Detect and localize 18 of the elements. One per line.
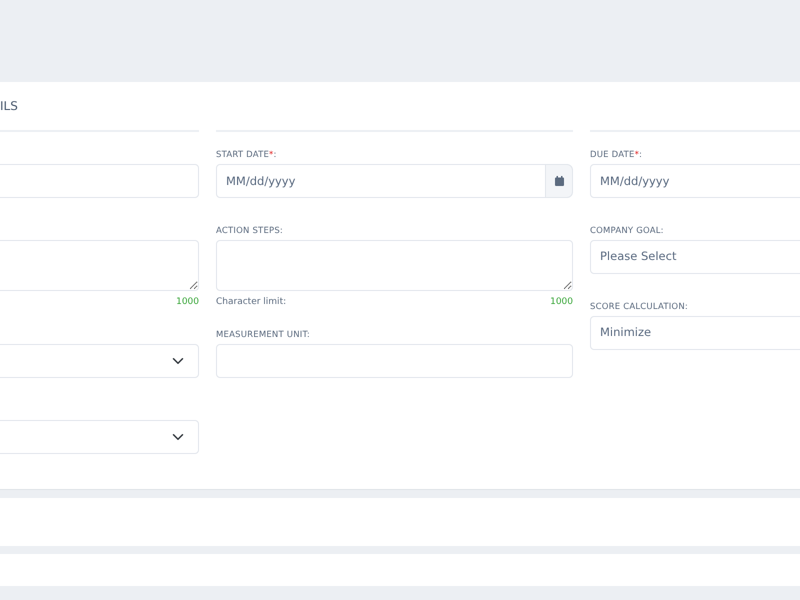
field-label: ACTION STEPS: [216,226,283,236]
character-count: 1000 [176,296,199,308]
select-dropdown[interactable]: Please Select [590,240,800,274]
field-label: SCORE CALCULATION: [590,302,688,312]
date-field[interactable]: MM/dd/yyyy [216,164,546,198]
field-label: DUE DATE*: [590,150,642,160]
text-field[interactable] [216,344,573,378]
character-count: 1000 [550,296,573,308]
date-field[interactable]: MM/dd/yyyy [590,164,800,198]
calendar-button[interactable] [545,164,573,198]
field-label: MEASUREMENT UNIT: [216,330,310,340]
field-label: START DATE*: [216,150,277,160]
text-area[interactable] [216,240,573,291]
character-limit-label: Character limit: [216,296,286,308]
section-title: ILS [0,98,19,115]
field-label: COMPANY GOAL: [590,226,664,236]
calendar-icon [554,176,564,186]
select-dropdown[interactable]: Minimize [590,316,800,350]
